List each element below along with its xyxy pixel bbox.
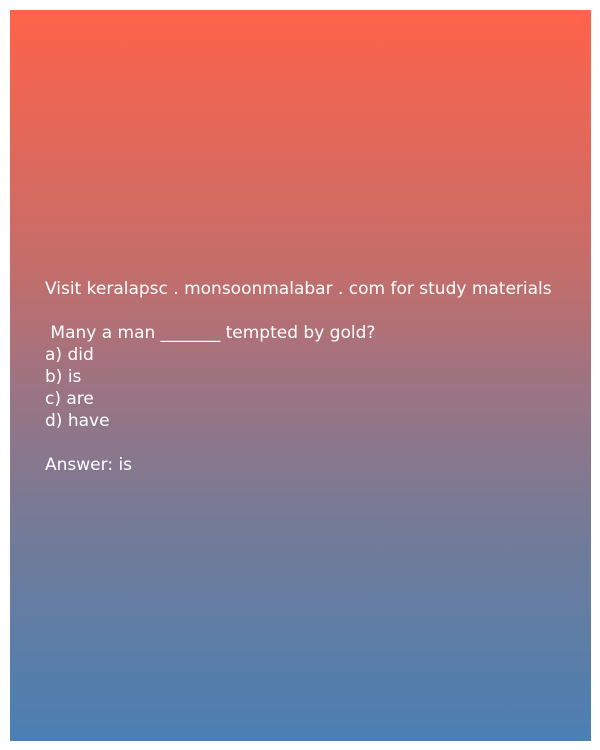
question-text: Many a man _______ tempted by gold? [45, 323, 376, 343]
answer-text: Answer: is [45, 455, 133, 475]
quiz-content: Visit keralapsc . monsoonmalabar . com f… [45, 278, 585, 476]
promo-text: Visit keralapsc . monsoonmalabar . com f… [45, 279, 552, 299]
quiz-card: Visit keralapsc . monsoonmalabar . com f… [10, 10, 591, 741]
option-b: b) is [45, 367, 82, 387]
option-a: a) did [45, 345, 94, 365]
option-d: d) have [45, 411, 110, 431]
option-c: c) are [45, 389, 94, 409]
